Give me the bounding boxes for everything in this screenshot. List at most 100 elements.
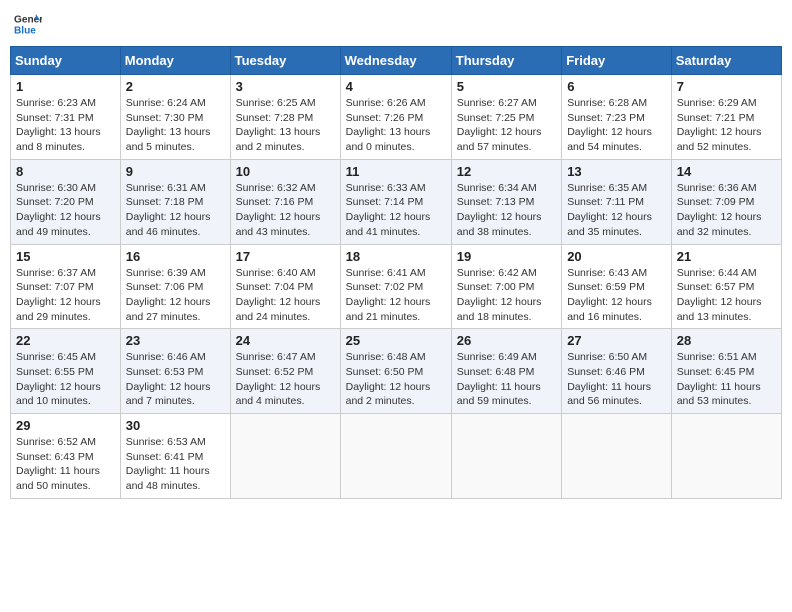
calendar-week-5: 29 Sunrise: 6:52 AMSunset: 6:43 PMDaylig…: [11, 414, 782, 499]
day-detail: Sunrise: 6:40 AMSunset: 7:04 PMDaylight:…: [236, 267, 321, 323]
day-detail: Sunrise: 6:45 AMSunset: 6:55 PMDaylight:…: [16, 351, 101, 407]
day-detail: Sunrise: 6:53 AMSunset: 6:41 PMDaylight:…: [126, 436, 210, 492]
day-number: 14: [677, 164, 776, 179]
day-detail: Sunrise: 6:24 AMSunset: 7:30 PMDaylight:…: [126, 97, 211, 153]
day-number: 2: [126, 79, 225, 94]
day-number: 8: [16, 164, 115, 179]
calendar-cell: 4 Sunrise: 6:26 AMSunset: 7:26 PMDayligh…: [340, 75, 451, 160]
calendar-cell: 18 Sunrise: 6:41 AMSunset: 7:02 PMDaylig…: [340, 244, 451, 329]
weekday-header-saturday: Saturday: [671, 47, 781, 75]
day-detail: Sunrise: 6:27 AMSunset: 7:25 PMDaylight:…: [457, 97, 542, 153]
day-number: 22: [16, 333, 115, 348]
day-detail: Sunrise: 6:28 AMSunset: 7:23 PMDaylight:…: [567, 97, 652, 153]
weekday-header-wednesday: Wednesday: [340, 47, 451, 75]
calendar-table: SundayMondayTuesdayWednesdayThursdayFrid…: [10, 46, 782, 499]
day-number: 19: [457, 249, 556, 264]
day-detail: Sunrise: 6:43 AMSunset: 6:59 PMDaylight:…: [567, 267, 652, 323]
day-number: 1: [16, 79, 115, 94]
day-number: 25: [346, 333, 446, 348]
weekday-header-tuesday: Tuesday: [230, 47, 340, 75]
day-number: 10: [236, 164, 335, 179]
day-number: 21: [677, 249, 776, 264]
calendar-week-3: 15 Sunrise: 6:37 AMSunset: 7:07 PMDaylig…: [11, 244, 782, 329]
calendar-week-2: 8 Sunrise: 6:30 AMSunset: 7:20 PMDayligh…: [11, 159, 782, 244]
calendar-cell: [671, 414, 781, 499]
calendar-cell: 29 Sunrise: 6:52 AMSunset: 6:43 PMDaylig…: [11, 414, 121, 499]
day-number: 5: [457, 79, 556, 94]
day-number: 27: [567, 333, 666, 348]
day-number: 29: [16, 418, 115, 433]
day-number: 6: [567, 79, 666, 94]
day-detail: Sunrise: 6:26 AMSunset: 7:26 PMDaylight:…: [346, 97, 431, 153]
day-number: 18: [346, 249, 446, 264]
day-number: 12: [457, 164, 556, 179]
day-detail: Sunrise: 6:32 AMSunset: 7:16 PMDaylight:…: [236, 182, 321, 238]
calendar-cell: 17 Sunrise: 6:40 AMSunset: 7:04 PMDaylig…: [230, 244, 340, 329]
day-number: 11: [346, 164, 446, 179]
weekday-header-sunday: Sunday: [11, 47, 121, 75]
calendar-cell: 11 Sunrise: 6:33 AMSunset: 7:14 PMDaylig…: [340, 159, 451, 244]
day-detail: Sunrise: 6:34 AMSunset: 7:13 PMDaylight:…: [457, 182, 542, 238]
calendar-cell: 15 Sunrise: 6:37 AMSunset: 7:07 PMDaylig…: [11, 244, 121, 329]
day-number: 17: [236, 249, 335, 264]
day-number: 30: [126, 418, 225, 433]
weekday-header-thursday: Thursday: [451, 47, 561, 75]
day-number: 24: [236, 333, 335, 348]
day-detail: Sunrise: 6:50 AMSunset: 6:46 PMDaylight:…: [567, 351, 651, 407]
calendar-cell: 20 Sunrise: 6:43 AMSunset: 6:59 PMDaylig…: [562, 244, 672, 329]
calendar-cell: 28 Sunrise: 6:51 AMSunset: 6:45 PMDaylig…: [671, 329, 781, 414]
calendar-cell: 30 Sunrise: 6:53 AMSunset: 6:41 PMDaylig…: [120, 414, 230, 499]
day-number: 13: [567, 164, 666, 179]
calendar-cell: 6 Sunrise: 6:28 AMSunset: 7:23 PMDayligh…: [562, 75, 672, 160]
day-detail: Sunrise: 6:52 AMSunset: 6:43 PMDaylight:…: [16, 436, 100, 492]
calendar-cell: 7 Sunrise: 6:29 AMSunset: 7:21 PMDayligh…: [671, 75, 781, 160]
day-number: 20: [567, 249, 666, 264]
calendar-week-4: 22 Sunrise: 6:45 AMSunset: 6:55 PMDaylig…: [11, 329, 782, 414]
day-detail: Sunrise: 6:31 AMSunset: 7:18 PMDaylight:…: [126, 182, 211, 238]
day-detail: Sunrise: 6:35 AMSunset: 7:11 PMDaylight:…: [567, 182, 652, 238]
day-number: 15: [16, 249, 115, 264]
page-header: General Blue: [10, 10, 782, 38]
day-detail: Sunrise: 6:47 AMSunset: 6:52 PMDaylight:…: [236, 351, 321, 407]
calendar-cell: 8 Sunrise: 6:30 AMSunset: 7:20 PMDayligh…: [11, 159, 121, 244]
day-number: 23: [126, 333, 225, 348]
day-detail: Sunrise: 6:46 AMSunset: 6:53 PMDaylight:…: [126, 351, 211, 407]
weekday-header-monday: Monday: [120, 47, 230, 75]
calendar-cell: 26 Sunrise: 6:49 AMSunset: 6:48 PMDaylig…: [451, 329, 561, 414]
day-detail: Sunrise: 6:51 AMSunset: 6:45 PMDaylight:…: [677, 351, 761, 407]
calendar-cell: 2 Sunrise: 6:24 AMSunset: 7:30 PMDayligh…: [120, 75, 230, 160]
calendar-cell: 14 Sunrise: 6:36 AMSunset: 7:09 PMDaylig…: [671, 159, 781, 244]
day-detail: Sunrise: 6:29 AMSunset: 7:21 PMDaylight:…: [677, 97, 762, 153]
calendar-cell: 5 Sunrise: 6:27 AMSunset: 7:25 PMDayligh…: [451, 75, 561, 160]
calendar-cell: 19 Sunrise: 6:42 AMSunset: 7:00 PMDaylig…: [451, 244, 561, 329]
calendar-week-1: 1 Sunrise: 6:23 AMSunset: 7:31 PMDayligh…: [11, 75, 782, 160]
calendar-cell: 27 Sunrise: 6:50 AMSunset: 6:46 PMDaylig…: [562, 329, 672, 414]
day-detail: Sunrise: 6:42 AMSunset: 7:00 PMDaylight:…: [457, 267, 542, 323]
day-number: 28: [677, 333, 776, 348]
calendar-cell: [562, 414, 672, 499]
calendar-cell: 13 Sunrise: 6:35 AMSunset: 7:11 PMDaylig…: [562, 159, 672, 244]
day-detail: Sunrise: 6:48 AMSunset: 6:50 PMDaylight:…: [346, 351, 431, 407]
calendar-cell: 3 Sunrise: 6:25 AMSunset: 7:28 PMDayligh…: [230, 75, 340, 160]
day-number: 26: [457, 333, 556, 348]
day-detail: Sunrise: 6:44 AMSunset: 6:57 PMDaylight:…: [677, 267, 762, 323]
calendar-cell: [340, 414, 451, 499]
calendar-cell: 21 Sunrise: 6:44 AMSunset: 6:57 PMDaylig…: [671, 244, 781, 329]
day-number: 7: [677, 79, 776, 94]
logo-icon: General Blue: [14, 10, 42, 38]
day-detail: Sunrise: 6:37 AMSunset: 7:07 PMDaylight:…: [16, 267, 101, 323]
day-detail: Sunrise: 6:49 AMSunset: 6:48 PMDaylight:…: [457, 351, 541, 407]
day-detail: Sunrise: 6:36 AMSunset: 7:09 PMDaylight:…: [677, 182, 762, 238]
calendar-cell: 24 Sunrise: 6:47 AMSunset: 6:52 PMDaylig…: [230, 329, 340, 414]
calendar-cell: [230, 414, 340, 499]
calendar-cell: 23 Sunrise: 6:46 AMSunset: 6:53 PMDaylig…: [120, 329, 230, 414]
logo: General Blue: [14, 10, 42, 38]
day-number: 3: [236, 79, 335, 94]
day-detail: Sunrise: 6:25 AMSunset: 7:28 PMDaylight:…: [236, 97, 321, 153]
day-detail: Sunrise: 6:23 AMSunset: 7:31 PMDaylight:…: [16, 97, 101, 153]
calendar-cell: 1 Sunrise: 6:23 AMSunset: 7:31 PMDayligh…: [11, 75, 121, 160]
calendar-cell: [451, 414, 561, 499]
day-detail: Sunrise: 6:33 AMSunset: 7:14 PMDaylight:…: [346, 182, 431, 238]
weekday-header-friday: Friday: [562, 47, 672, 75]
calendar-cell: 16 Sunrise: 6:39 AMSunset: 7:06 PMDaylig…: [120, 244, 230, 329]
